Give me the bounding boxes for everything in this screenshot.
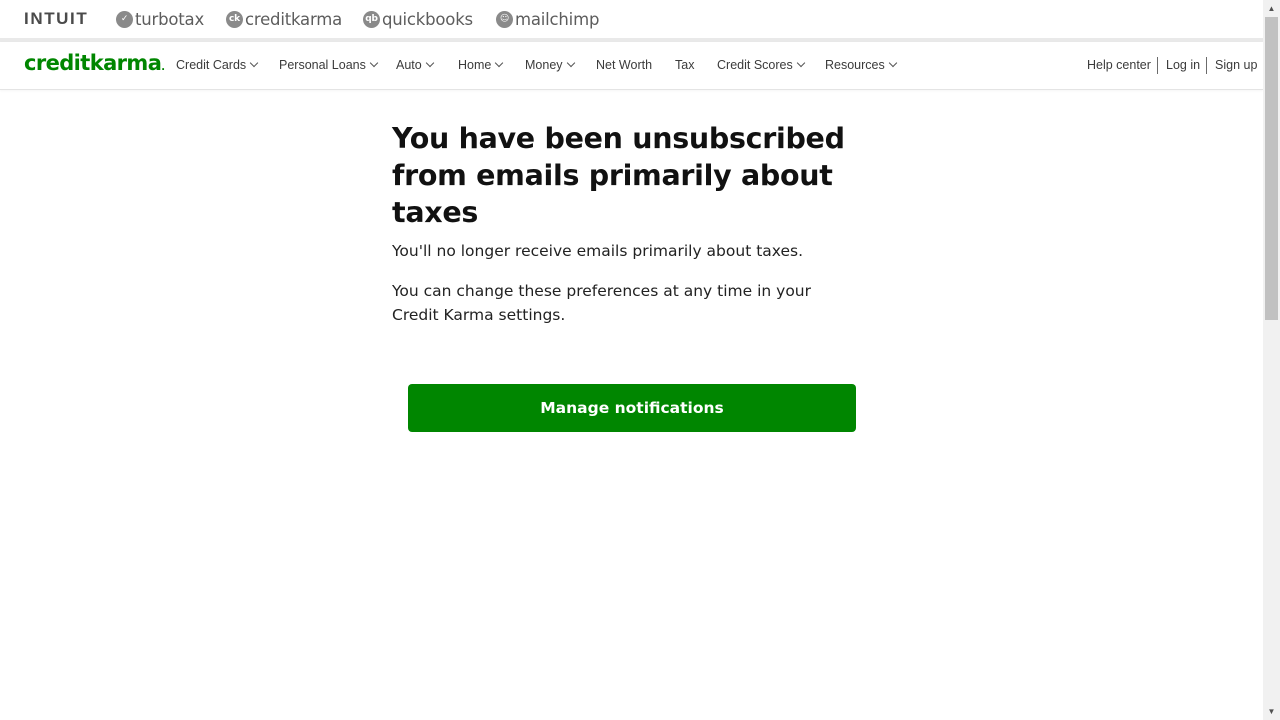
nav-label: Credit Cards [176, 58, 247, 72]
nav-resources[interactable]: Resources [825, 58, 897, 72]
logo-dot: . [161, 62, 165, 73]
help-center-link[interactable]: Help center [1087, 58, 1151, 72]
mailchimp-icon: ☺ [496, 10, 513, 28]
page: INTUIT ✓ turbotax ck creditkarma qb quic… [0, 0, 1263, 720]
nav-divider [1206, 57, 1207, 74]
nav-net-worth[interactable]: Net Worth [596, 58, 652, 72]
preferences-note: You can change these preferences at any … [392, 282, 811, 324]
sign-up-link[interactable]: Sign up [1215, 58, 1257, 72]
nav-credit-cards[interactable]: Credit Cards [176, 58, 259, 72]
nav-label: Home [458, 58, 492, 72]
logo-text: creditkarma [24, 51, 162, 75]
chevron-down-icon [425, 58, 434, 68]
nav-home[interactable]: Home [458, 58, 504, 72]
nav-label: Auto [396, 58, 422, 72]
quickbooks-icon: qb [363, 10, 380, 28]
nav-label: Money [525, 58, 563, 72]
nav-label: Net Worth [596, 58, 653, 72]
unsubscribe-confirmation: You have been unsubscribed from emails p… [392, 120, 862, 327]
quickbooks-label: quickbooks [382, 9, 473, 29]
scrollbar-thumb[interactable] [1265, 17, 1278, 320]
intuit-brand-bar: INTUIT ✓ turbotax ck creditkarma qb quic… [0, 0, 1263, 38]
page-title: You have been unsubscribed from emails p… [392, 122, 845, 229]
chevron-down-icon [249, 58, 259, 68]
turbotax-label: turbotax [135, 9, 205, 29]
nav-credit-scores[interactable]: Credit Scores [717, 58, 805, 72]
nav-label: Credit Scores [717, 58, 793, 72]
nav-auto[interactable]: Auto [396, 58, 434, 72]
chevron-down-icon [888, 58, 897, 68]
intuit-logo[interactable]: INTUIT [24, 9, 88, 29]
creditkarma-logo[interactable]: creditkarma. [24, 51, 165, 75]
nav-label: Tax [675, 58, 695, 72]
log-in-link[interactable]: Log in [1166, 58, 1200, 72]
scroll-up-arrow-icon[interactable]: ▲ [1263, 0, 1280, 17]
chevron-down-icon [369, 58, 379, 68]
nav-label: Personal Loans [279, 58, 366, 72]
chevron-down-icon [495, 58, 504, 68]
turbotax-icon: ✓ [116, 10, 133, 28]
creditkarma-icon: ck [226, 10, 243, 28]
mailchimp-link[interactable]: ☺ mailchimp [496, 8, 599, 30]
mailchimp-label: mailchimp [515, 9, 600, 29]
nav-divider [1157, 57, 1158, 74]
chevron-down-icon [796, 58, 805, 68]
quickbooks-link[interactable]: qb quickbooks [363, 8, 473, 30]
main-nav: creditkarma. Credit Cards Personal Loans… [0, 42, 1263, 90]
creditkarma-brand-link[interactable]: ck creditkarma [226, 8, 342, 30]
nav-label: Resources [825, 58, 885, 72]
nav-personal-loans[interactable]: Personal Loans [279, 58, 379, 72]
page-scrollbar[interactable]: ▲ ▼ [1263, 0, 1280, 720]
nav-tax[interactable]: Tax [675, 58, 694, 72]
manage-notifications-button[interactable]: Manage notifications [408, 384, 856, 432]
scroll-down-arrow-icon[interactable]: ▼ [1263, 703, 1280, 720]
confirmation-message: You'll no longer receive emails primaril… [392, 242, 804, 260]
chevron-down-icon [566, 58, 575, 68]
nav-money[interactable]: Money [525, 58, 575, 72]
creditkarma-brand-label: creditkarma [245, 9, 343, 29]
turbotax-link[interactable]: ✓ turbotax [116, 8, 204, 30]
